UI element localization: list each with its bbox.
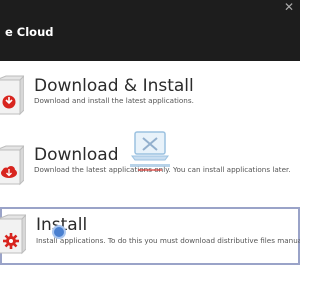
laptop-tools-watermark-icon xyxy=(130,131,170,171)
option-title: Download xyxy=(34,145,119,165)
box-download-install-icon xyxy=(0,75,24,116)
box-download-icon xyxy=(0,145,24,186)
close-icon[interactable]: ✕ xyxy=(281,0,297,14)
installer-window: e Cloud ✕ Download & Install Download an… xyxy=(0,0,300,300)
option-download-install[interactable]: Download & Install Download and install … xyxy=(0,66,300,130)
title-bar: e Cloud ✕ xyxy=(0,0,300,61)
box-install-icon xyxy=(0,214,26,255)
cursor-indicator xyxy=(54,227,64,237)
window-title: e Cloud xyxy=(5,25,54,39)
option-title: Download & Install xyxy=(34,76,194,96)
option-install[interactable]: Install Install applications. To do this… xyxy=(0,207,300,265)
option-description: Install applications. To do this you mus… xyxy=(36,236,300,245)
option-description: Download and install the latest applicat… xyxy=(34,96,194,105)
